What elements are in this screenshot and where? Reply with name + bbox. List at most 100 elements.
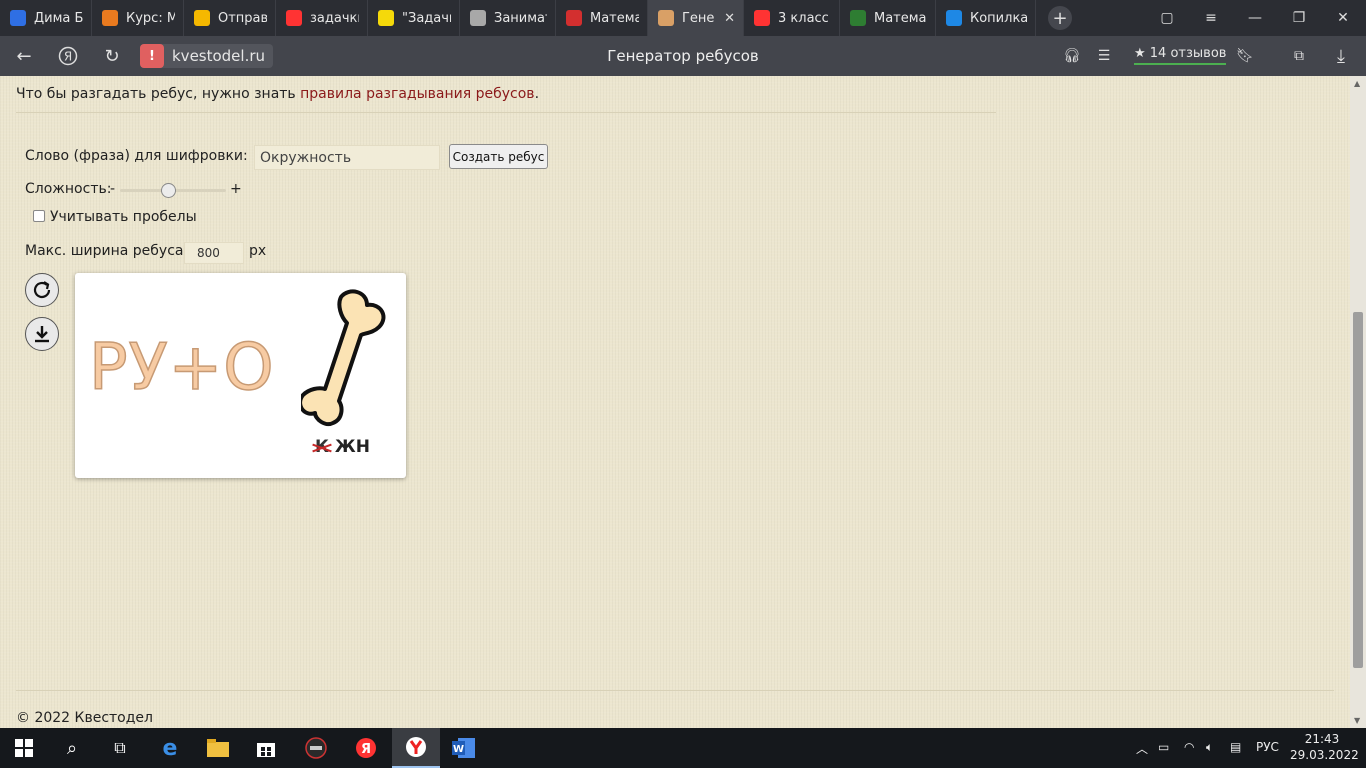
language-indicator[interactable]: РУС (1256, 740, 1279, 754)
headphones-icon[interactable]: 🎧︎ (1058, 42, 1086, 70)
download-icon[interactable]: ⤓ (1327, 42, 1355, 70)
spaces-checkbox[interactable] (33, 210, 45, 222)
create-rebus-button[interactable]: Создать ребус (449, 144, 548, 169)
puzzle-icon (470, 10, 486, 26)
intro-end: . (534, 86, 540, 102)
reader-icon[interactable]: ☰ (1090, 42, 1118, 70)
tab-label: задачки (310, 10, 359, 26)
yandex-browser-icon[interactable] (392, 728, 440, 768)
intro-text: Что бы разгадать ребус, нужно знать (16, 86, 296, 102)
difficulty-slider[interactable] (120, 183, 226, 198)
tab-3[interactable]: Отправ (184, 0, 276, 36)
regenerate-button[interactable] (25, 273, 59, 307)
notifications-icon[interactable]: ▤ (1230, 740, 1241, 754)
edge-icon[interactable]: e (146, 728, 194, 768)
close-tab-icon[interactable]: ✕ (724, 11, 735, 26)
rebus-icon (658, 10, 674, 26)
close-window-icon[interactable]: ✕ (1326, 0, 1360, 36)
slider-thumb[interactable] (161, 183, 176, 198)
rules-link[interactable]: правила разгадывания ребусов (300, 86, 534, 102)
phrase-label: Слово (фраза) для шифровки: (25, 148, 248, 164)
tab-11[interactable]: Копилка (936, 0, 1036, 36)
rebus-image: РУ+О К ЖН (75, 273, 406, 478)
tab-label: Генер (682, 10, 715, 26)
store-icon[interactable] (242, 728, 290, 768)
tab-6[interactable]: Заниматель (460, 0, 556, 36)
intro-paragraph: Что бы разгадать ребус, нужно знать прав… (16, 86, 539, 102)
refresh-icon (33, 281, 51, 299)
width-label: Макс. ширина ребуса: (25, 243, 189, 259)
blue-pause-icon (10, 10, 26, 26)
book-icon (946, 10, 962, 26)
yandex-icon (286, 10, 302, 26)
footer-divider (16, 690, 1334, 691)
tab-7[interactable]: Матема (556, 0, 648, 36)
asus-icon[interactable] (292, 728, 340, 768)
task-view-icon[interactable]: ⧉ (96, 728, 144, 768)
spaces-label: Учитывать пробелы (50, 209, 197, 225)
tab-label: 3 класс (778, 10, 829, 26)
svg-text:Я: Я (361, 742, 371, 757)
check-icon (850, 10, 866, 26)
file-explorer-icon[interactable] (194, 728, 242, 768)
tab-label: Отправ (218, 10, 267, 26)
phrase-input[interactable] (254, 145, 440, 170)
difficulty-minus: - (110, 181, 116, 197)
tab-label: Матема (590, 10, 639, 26)
copyright-text: © 2022 Квестодел (16, 710, 153, 726)
rebus-letters: РУ+О (88, 330, 275, 406)
start-icon[interactable] (0, 728, 48, 768)
top-divider (16, 112, 996, 113)
reviews-badge[interactable]: ★ 14 отзывов (1134, 46, 1227, 65)
tab-label: Заниматель (494, 10, 547, 26)
width-input[interactable] (184, 242, 244, 264)
yandex-icon (754, 10, 770, 26)
clock-time: 21:43 (1304, 732, 1340, 746)
scroll-up-icon[interactable]: ▲ (1354, 79, 1360, 88)
tab-8[interactable]: Генер ✕ (648, 0, 744, 36)
tab-10[interactable]: Матема (840, 0, 936, 36)
tab-1[interactable]: Дима Би (0, 0, 92, 36)
red-p-icon (566, 10, 582, 26)
rebus-sub-text: ЖН (334, 437, 370, 457)
search-icon[interactable]: ⌕ (48, 728, 96, 768)
page-scrollbar[interactable]: ▲ ▼ (1350, 76, 1366, 728)
mail-icon (194, 10, 210, 26)
clock[interactable]: 21:43 29.03.2022 (1290, 731, 1359, 763)
orange-m-icon (102, 10, 118, 26)
new-tab-button[interactable]: + (1048, 6, 1072, 30)
svg-text:W: W (453, 744, 464, 755)
volume-icon[interactable]: 🔈︎ (1206, 740, 1213, 755)
tab-label: Курс: М (126, 10, 175, 26)
menu-icon[interactable]: ≡ (1194, 0, 1228, 36)
tab-9[interactable]: 3 класс (744, 0, 840, 36)
minimize-icon[interactable]: — (1238, 0, 1272, 36)
download-arrow-icon (35, 326, 49, 343)
wifi-icon[interactable]: ◠ (1184, 740, 1194, 754)
extensions-icon[interactable]: ⧉ (1285, 42, 1313, 70)
show-hidden-icons[interactable]: ︿ (1136, 740, 1148, 757)
struck-letter: К (315, 437, 329, 457)
yandex-app-icon[interactable]: Я (342, 728, 390, 768)
page-content: Что бы разгадать ребус, нужно знать прав… (0, 76, 1350, 728)
tab-label: Матема (874, 10, 927, 26)
bone-icon (301, 289, 386, 426)
rebus-caption: К ЖН (315, 437, 370, 457)
download-rebus-button[interactable] (25, 317, 59, 351)
restore-icon[interactable]: ❐ (1282, 0, 1316, 36)
difficulty-plus: + (230, 181, 242, 197)
tab-4[interactable]: задачки (276, 0, 368, 36)
tab-label: Дима Би (34, 10, 83, 26)
tab-label: Копилка (970, 10, 1027, 26)
scrollbar-thumb[interactable] (1353, 312, 1363, 668)
difficulty-label: Сложность: (25, 181, 112, 197)
width-unit: px (249, 243, 267, 259)
tab-5[interactable]: "Задачи (368, 0, 460, 36)
scroll-down-icon[interactable]: ▼ (1354, 716, 1360, 725)
tab-collection-icon[interactable]: ▢ (1150, 0, 1184, 36)
bookmark-icon[interactable]: 🔖︎ (1231, 42, 1259, 70)
word-icon[interactable]: W (440, 728, 488, 768)
battery-icon[interactable]: ▭ (1158, 740, 1169, 754)
yellow-i-icon (378, 10, 394, 26)
tab-2[interactable]: Курс: М (92, 0, 184, 36)
